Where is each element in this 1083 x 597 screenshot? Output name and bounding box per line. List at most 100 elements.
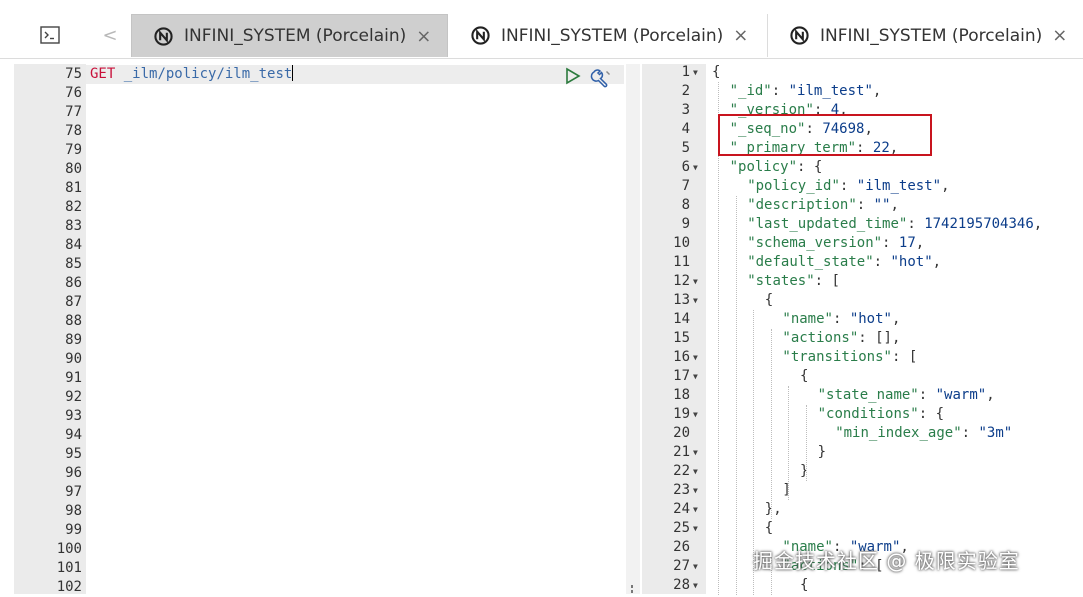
line-number: 22 <box>673 463 690 479</box>
close-tab-icon[interactable]: × <box>733 25 748 46</box>
indent-guide <box>770 329 772 519</box>
line-number: 23 <box>673 482 690 498</box>
line-number: 85 <box>65 256 82 272</box>
fold-toggle-icon[interactable]: ▼ <box>693 63 698 82</box>
json-punct: : <box>771 83 789 99</box>
line-number: 2 <box>681 83 690 99</box>
json-punct: }, <box>764 501 782 517</box>
json-punct: : <box>873 254 891 270</box>
line-number: 99 <box>65 522 82 538</box>
line-number: 92 <box>65 389 82 405</box>
code-line: "transitions": [ <box>782 348 917 367</box>
line-number: 87 <box>65 294 82 310</box>
line-number: 94 <box>65 427 82 443</box>
tab-infini-system-1[interactable]: INFINI_SYSTEM (Porcelain) × <box>131 14 448 57</box>
json-key: "state_name" <box>817 387 919 403</box>
code-line: "default_state": "hot", <box>747 253 941 272</box>
prev-tab-chevron-icon[interactable]: < <box>96 14 124 56</box>
json-punct: : [], <box>858 330 901 346</box>
json-value: 17 <box>898 235 916 251</box>
indent-guide <box>718 82 719 595</box>
line-number: 9 <box>681 216 690 232</box>
request-line[interactable]: GET _ilm/policy/ilm_test <box>90 65 294 84</box>
console-icon[interactable] <box>32 14 68 56</box>
json-punct: { <box>800 577 809 593</box>
line-number: 15 <box>673 330 690 346</box>
json-value: "hot" <box>890 254 933 270</box>
fold-toggle-icon[interactable]: ▼ <box>693 576 698 595</box>
code-line: "min_index_age": "3m" <box>835 424 1012 443</box>
code-line: "_id": "ilm_test", <box>730 82 882 101</box>
fold-toggle-icon[interactable]: ▼ <box>693 462 698 481</box>
json-punct: { <box>712 64 721 80</box>
line-number: 84 <box>65 237 82 253</box>
line-number: 7 <box>681 178 690 194</box>
line-number: 98 <box>65 503 82 519</box>
tab-infini-system-2[interactable]: INFINI_SYSTEM (Porcelain) × <box>449 14 768 57</box>
infini-logo-icon <box>154 26 173 46</box>
close-tab-icon[interactable]: × <box>416 26 431 47</box>
infini-logo-icon <box>790 26 809 45</box>
code-line: { <box>800 576 808 595</box>
line-number: 25 <box>673 520 690 536</box>
tab-infini-system-3[interactable]: INFINI_SYSTEM (Porcelain) × <box>768 14 1083 57</box>
json-punct: , <box>932 254 942 270</box>
code-line: } <box>800 462 808 481</box>
json-punct: } <box>800 463 809 479</box>
text-cursor <box>292 65 294 81</box>
fold-toggle-icon[interactable]: ▼ <box>693 557 698 576</box>
json-key: "name" <box>782 311 833 327</box>
line-number: 24 <box>673 501 690 517</box>
splitter-grip-dot <box>631 590 633 593</box>
tab-label: INFINI_SYSTEM (Porcelain) <box>184 26 407 46</box>
request-path: _ilm/policy/ilm_test <box>123 66 293 82</box>
code-line: "description": "", <box>747 196 899 215</box>
tab-bar: < INFINI_SYSTEM (Porcelain) × INFINI_SYS… <box>0 0 1083 59</box>
code-line: { <box>800 367 808 386</box>
request-line-gutter: 75 76 77 78 79 80 81 82 83 84 85 86 87 88 89 90 91 92 93 94… <box>14 64 86 595</box>
code-line: "state_name": "warm", <box>818 386 995 405</box>
json-key: "policy" <box>729 159 798 175</box>
line-number: 76 <box>65 85 82 101</box>
close-tab-icon[interactable]: × <box>1052 25 1067 46</box>
fold-toggle-icon[interactable]: ▼ <box>693 519 698 538</box>
json-punct: : [ <box>814 273 840 289</box>
json-punct: : <box>832 311 850 327</box>
line-number: 28 <box>673 577 690 593</box>
json-punct: , <box>941 178 950 194</box>
code-line: "policy": { <box>730 158 823 177</box>
line-number: 82 <box>65 199 82 215</box>
json-key: "actions" <box>782 330 859 346</box>
request-text-area[interactable] <box>86 64 624 594</box>
json-punct: , <box>891 311 901 327</box>
panel-splitter[interactable] <box>626 64 640 594</box>
line-number: 18 <box>673 387 690 403</box>
line-number: 10 <box>673 235 690 251</box>
request-editor[interactable]: 75 76 77 78 79 80 81 82 83 84 85 86 87 88 89 90 91 92 93 94… <box>14 64 624 595</box>
code-line: "policy_id": "ilm_test", <box>747 177 949 196</box>
line-number: 6 <box>681 159 690 175</box>
fold-toggle-icon[interactable]: ▼ <box>693 443 698 462</box>
code-line: }, <box>765 500 782 519</box>
fold-toggle-icon[interactable]: ▼ <box>693 405 698 424</box>
json-punct: , <box>890 197 899 213</box>
fold-toggle-icon[interactable]: ▼ <box>693 158 698 177</box>
run-request-icon[interactable] <box>564 67 582 85</box>
line-number: 3 <box>681 102 690 118</box>
wrench-settings-icon[interactable] <box>590 67 614 89</box>
infini-logo-icon <box>471 26 490 45</box>
fold-toggle-icon[interactable]: ▼ <box>693 291 698 310</box>
fold-toggle-icon[interactable]: ▼ <box>693 500 698 519</box>
line-number: 14 <box>673 311 690 327</box>
code-line: "schema_version": 17, <box>747 234 924 253</box>
fold-toggle-icon[interactable]: ▼ <box>693 348 698 367</box>
line-number: 8 <box>681 197 690 213</box>
json-value: "warm" <box>935 387 987 403</box>
fold-toggle-icon[interactable]: ▼ <box>693 367 698 386</box>
line-number: 77 <box>65 104 82 120</box>
json-value: 1742195704346 <box>924 216 1034 232</box>
line-number: 91 <box>65 370 82 386</box>
fold-toggle-icon[interactable]: ▼ <box>693 481 698 500</box>
json-punct: { <box>764 292 774 308</box>
fold-toggle-icon[interactable]: ▼ <box>693 272 698 291</box>
